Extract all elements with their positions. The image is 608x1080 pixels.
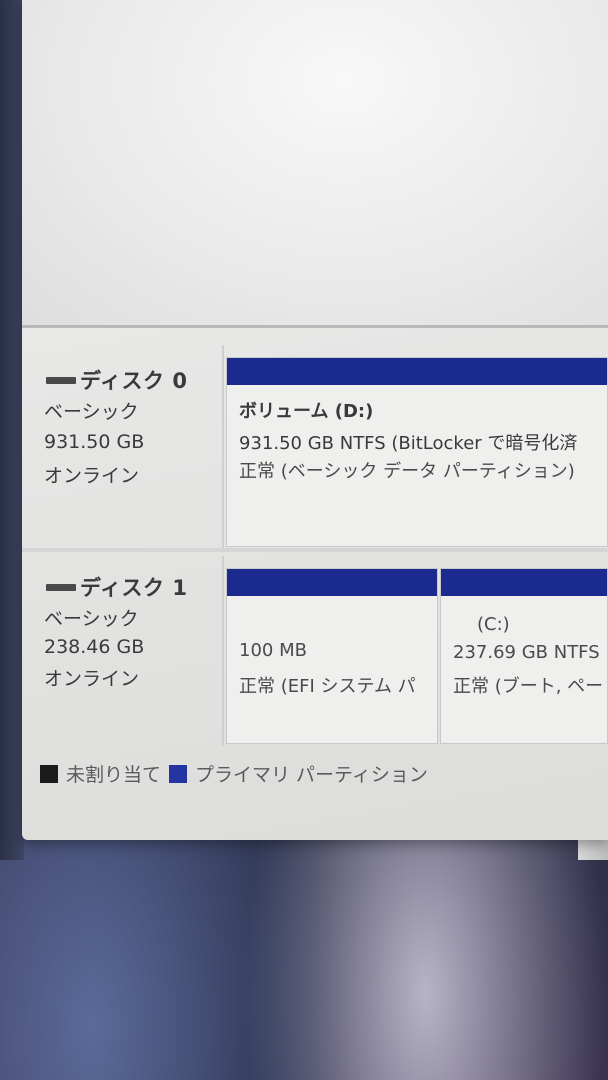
partition-info: 237.69 GB NTFS (453, 642, 600, 663)
partition-volume-d[interactable]: ボリューム (D:) 931.50 GB NTFS (BitLocker で暗号… (226, 357, 608, 547)
disk-row-1[interactable]: ディスク 1 ベーシック 238.46 GB オンライン 100 MB 正常 (… (22, 556, 608, 746)
partition-type-bar (227, 569, 437, 596)
disk-1-status: オンライン (44, 668, 140, 690)
partition-details: ボリューム (D:) 931.50 GB NTFS (BitLocker で暗号… (235, 385, 607, 546)
disk-0-label[interactable]: ディスク 0 ベーシック 931.50 GB オンライン (22, 345, 224, 548)
partition-state: 正常 (ベーシック データ パーティション) (239, 461, 575, 482)
disk-row-separator (22, 548, 608, 552)
volume-list-pane (22, 0, 608, 325)
partition-label: (C:) (477, 614, 510, 635)
unallocated-swatch (40, 764, 58, 783)
disk-0-name: ディスク 0 (80, 369, 188, 393)
disk-0-type: ベーシック (44, 401, 139, 423)
disk-management-window: ディスク 0 ベーシック 931.50 GB オンライン ボリューム (D:) … (22, 0, 608, 840)
partition-efi[interactable]: 100 MB 正常 (EFI システム パ (226, 568, 438, 744)
partition-state: 正常 (ブート, ペー (453, 676, 604, 697)
disk-row-0[interactable]: ディスク 0 ベーシック 931.50 GB オンライン ボリューム (D:) … (22, 345, 608, 548)
legend: 未割り当て プライマリ パーティション (40, 760, 428, 787)
partition-type-bar (441, 569, 607, 596)
disk-0-size: 931.50 GB (44, 431, 145, 453)
disk-icon (46, 376, 76, 384)
disk-1-name: ディスク 1 (80, 576, 188, 600)
partition-type-bar (227, 358, 607, 385)
legend-primary: プライマリ パーティション (195, 764, 428, 786)
disk-1-label[interactable]: ディスク 1 ベーシック 238.46 GB オンライン (22, 556, 224, 746)
disk-icon (46, 583, 76, 591)
primary-partition-swatch (169, 764, 188, 783)
partition-c[interactable]: (C:) 237.69 GB NTFS 正常 (ブート, ペー (440, 568, 608, 744)
background-left-edge (0, 0, 24, 860)
partition-info: 100 MB (239, 640, 307, 661)
partition-state: 正常 (EFI システム パ (239, 676, 416, 697)
disk-1-type: ベーシック (44, 608, 139, 630)
partition-info: 931.50 GB NTFS (BitLocker で暗号化済 (239, 433, 578, 454)
disk-1-title: ディスク 1 (46, 572, 187, 602)
pane-divider[interactable] (22, 325, 608, 328)
disk-1-size: 238.46 GB (44, 636, 145, 658)
disk-0-title: ディスク 0 (46, 365, 187, 395)
partition-details: 100 MB 正常 (EFI システム パ (235, 596, 437, 743)
partition-label: ボリューム (D:) (239, 401, 374, 422)
disk-0-status: オンライン (44, 465, 140, 487)
legend-unallocated: 未割り当て (66, 764, 162, 786)
partition-details: (C:) 237.69 GB NTFS 正常 (ブート, ペー (449, 596, 607, 743)
